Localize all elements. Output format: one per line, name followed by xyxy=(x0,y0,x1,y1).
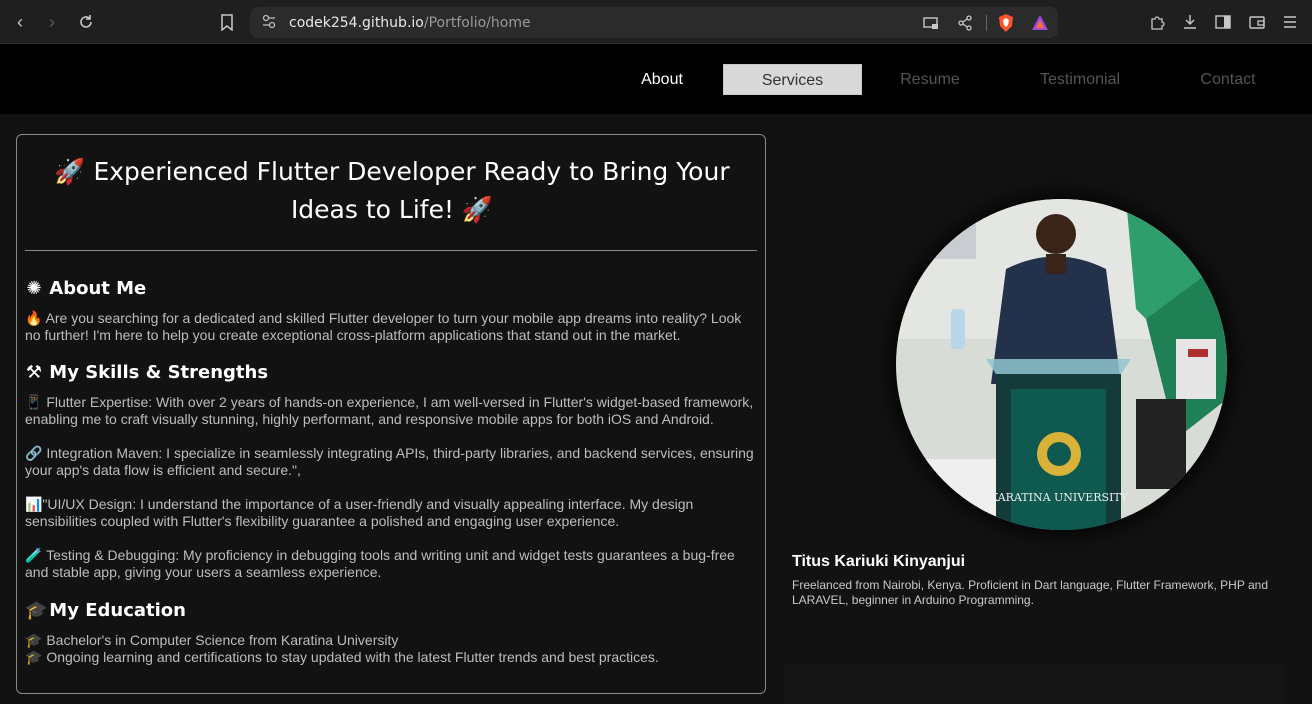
bookmark-icon[interactable] xyxy=(219,14,235,31)
brave-shield-icon[interactable] xyxy=(997,13,1015,33)
browser-toolbar: ‹ › codek254.github.io/Portfolio/home xyxy=(0,0,1312,44)
about-me-title: About Me xyxy=(49,278,147,299)
skill-item-uiux: 📊"UI/UX Design: I understand the importa… xyxy=(25,496,694,529)
profile-photo-illustration: KARATINA UNIVERSITY xyxy=(896,199,1227,530)
nav-services[interactable]: Services xyxy=(723,64,862,95)
wallet-icon[interactable] xyxy=(1249,14,1265,30)
profile-photo: KARATINA UNIVERSITY xyxy=(896,199,1227,530)
next-section-preview xyxy=(784,664,1284,704)
education-item-degree: 🎓 Bachelor's in Computer Science from Ka… xyxy=(25,632,399,648)
education-heading: 🎓 My Education xyxy=(25,600,186,621)
graduation-cap-icon: 🎓 xyxy=(25,600,48,621)
nav-testimonial[interactable]: Testimonial xyxy=(1020,64,1140,95)
extensions-icon[interactable] xyxy=(1150,14,1166,30)
about-me-heading: ✺ About Me xyxy=(25,278,146,299)
share-icon[interactable] xyxy=(957,15,973,31)
address-bar[interactable]: codek254.github.io/Portfolio/home xyxy=(250,7,1058,38)
download-icon[interactable] xyxy=(1182,14,1198,30)
sidebar-icon[interactable] xyxy=(1215,14,1231,30)
brave-rewards-icon[interactable] xyxy=(1031,14,1049,32)
cast-icon[interactable] xyxy=(923,15,939,31)
nav-contact[interactable]: Contact xyxy=(1180,64,1276,95)
education-item-learning: 🎓 Ongoing learning and certifications to… xyxy=(25,649,659,665)
skill-item-flutter: 📱 Flutter Expertise: With over 2 years o… xyxy=(25,394,754,427)
nav-resume[interactable]: Resume xyxy=(880,64,980,95)
services-card: 🚀 Experienced Flutter Developer Ready to… xyxy=(16,134,766,694)
skills-heading: ⚒ My Skills & Strengths xyxy=(25,362,268,383)
nav-about[interactable]: About xyxy=(620,64,704,95)
sparkle-gear-icon: ✺ xyxy=(26,278,42,299)
page-headline: 🚀 Experienced Flutter Developer Ready to… xyxy=(54,157,730,224)
education-title: My Education xyxy=(49,600,186,621)
about-me-text: 🔥 Are you searching for a dedicated and … xyxy=(25,310,742,343)
forward-icon[interactable]: › xyxy=(42,12,62,32)
profile-description: Freelanced from Nairobi, Kenya. Proficie… xyxy=(792,578,1268,607)
headline-divider xyxy=(25,250,757,251)
url-text[interactable]: codek254.github.io/Portfolio/home xyxy=(289,15,531,31)
photo-banner-text: KARATINA UNIVERSITY xyxy=(990,491,1129,504)
skill-item-integration: 🔗 Integration Maven: I specialize in sea… xyxy=(25,445,754,478)
site-settings-icon[interactable] xyxy=(262,14,276,30)
url-divider xyxy=(986,15,987,31)
url-host: codek254.github.io xyxy=(289,15,424,31)
skill-item-testing: 🧪 Testing & Debugging: My proficiency in… xyxy=(25,547,735,580)
site-header: About Services Resume Testimonial Contac… xyxy=(0,44,1312,114)
profile-name: Titus Kariuki Kinyanjui xyxy=(792,553,966,570)
tools-icon: ⚒ xyxy=(25,362,43,383)
skills-title: My Skills & Strengths xyxy=(49,362,269,383)
back-icon[interactable]: ‹ xyxy=(10,12,30,32)
menu-icon[interactable] xyxy=(1282,14,1298,30)
reload-icon[interactable] xyxy=(77,13,95,31)
url-path: /Portfolio/home xyxy=(423,15,531,31)
